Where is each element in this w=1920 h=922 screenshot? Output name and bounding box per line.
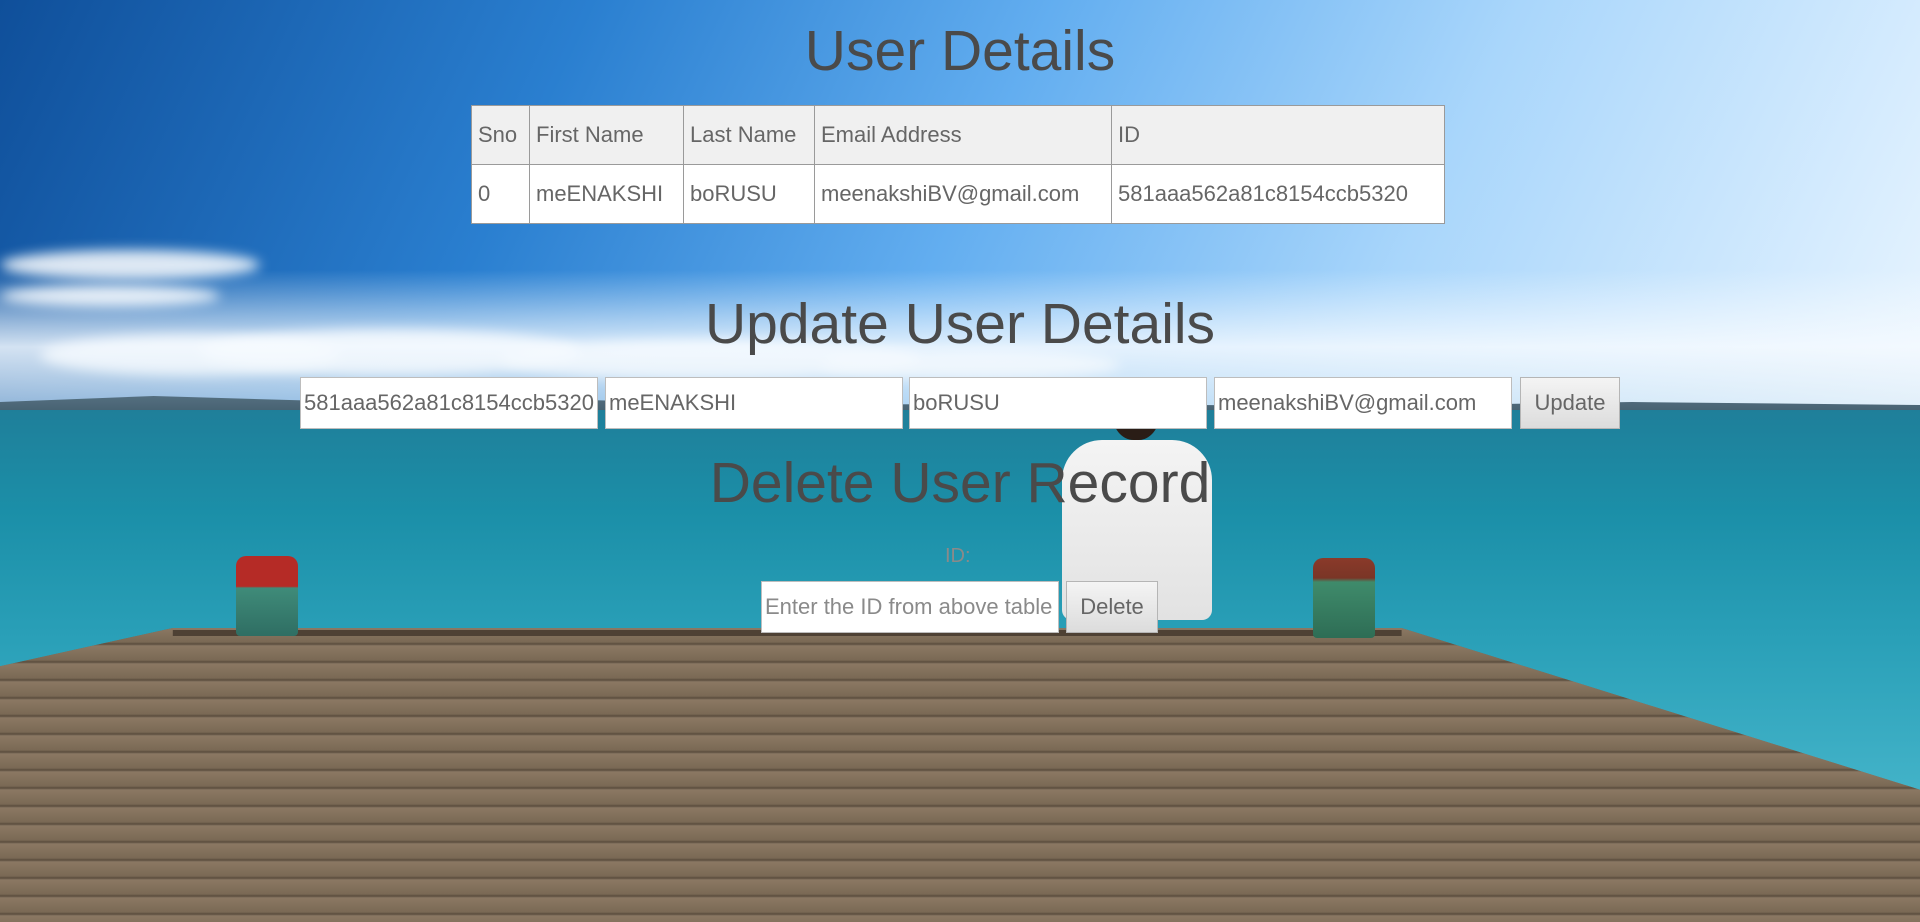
delete-button[interactable]: Delete (1066, 581, 1158, 633)
column-header-last-name: Last Name (683, 105, 815, 165)
update-last-name-input[interactable]: boRUSU (909, 377, 1207, 429)
cell-last-name: boRUSU (683, 164, 815, 224)
update-user-title: Update User Details (704, 292, 1216, 356)
cell-id: 581aaa562a81c8154ccb5320 (1111, 164, 1445, 224)
user-details-table: Sno First Name Last Name Email Address I… (471, 105, 1445, 224)
page-content: User Details Sno First Name Last Name Em… (0, 0, 1920, 922)
delete-id-label: ID: (945, 545, 971, 567)
table-row: 0 meENAKSHI boRUSU meenakshiBV@gmail.com… (471, 164, 1445, 224)
cell-email: meenakshiBV@gmail.com (814, 164, 1112, 224)
column-header-id: ID (1111, 105, 1445, 165)
column-header-sno: Sno (471, 105, 530, 165)
column-header-first-name: First Name (529, 105, 684, 165)
user-details-title: User Details (804, 19, 1116, 83)
update-id-input[interactable]: 581aaa562a81c8154ccb5320 (300, 377, 598, 429)
update-email-input[interactable]: meenakshiBV@gmail.com (1214, 377, 1512, 429)
delete-user-title: Delete User Record (709, 451, 1211, 515)
cell-first-name: meENAKSHI (529, 164, 684, 224)
cell-sno: 0 (471, 164, 530, 224)
update-button[interactable]: Update (1520, 377, 1620, 429)
delete-id-input[interactable]: Enter the ID from above table (761, 581, 1059, 633)
update-first-name-input[interactable]: meENAKSHI (605, 377, 903, 429)
table-header-row: Sno First Name Last Name Email Address I… (471, 105, 1445, 165)
column-header-email: Email Address (814, 105, 1112, 165)
